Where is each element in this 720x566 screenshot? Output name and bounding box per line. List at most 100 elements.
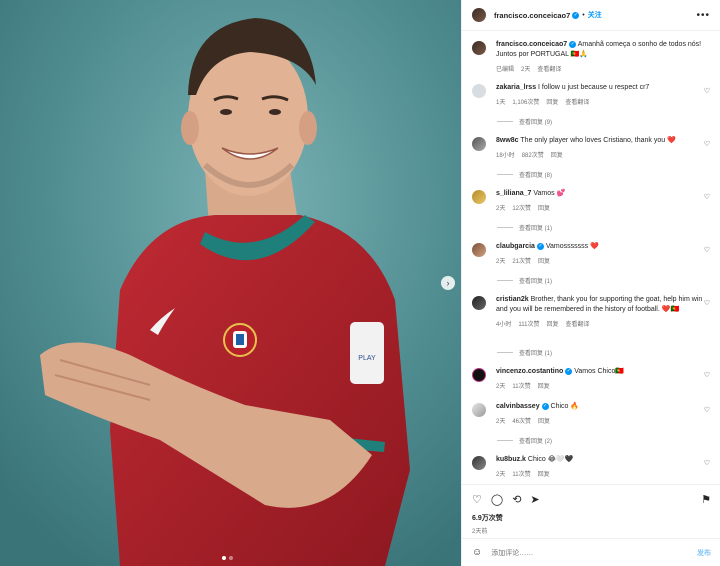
comment-time: 2天 [496,384,506,390]
comment-like-count[interactable]: 1,106次赞 [512,97,539,106]
author-avatar[interactable] [472,41,486,55]
verified-badge-icon: ✓ [565,367,573,375]
verified-badge-icon: ✓ [536,242,544,250]
comment-time: 2天 [496,259,506,265]
comment-time: 18小时 [496,153,515,159]
author-username[interactable]: francisco.conceicao7 [494,11,570,20]
like-count[interactable]: 6.9万次赞 [472,513,711,523]
comment-like-count[interactable]: 12次赞 [512,203,531,212]
caption-username[interactable]: francisco.conceicao7 [496,41,567,48]
commenter-avatar[interactable] [472,456,486,470]
heart-icon[interactable]: ♡ [472,493,482,506]
carousel-dot [229,556,233,560]
commenter-username[interactable]: s_liliana_7 [496,190,531,197]
comment-text: Vamos 💕 [533,190,566,197]
commenter-avatar[interactable] [472,403,486,417]
post-photo: PLAY › [0,0,461,566]
edited-label: 已编辑 [496,67,515,73]
verified-badge-icon: ✓ [541,402,549,410]
comment-like-heart-icon[interactable]: ♡ [704,140,710,148]
comment-like-heart-icon[interactable]: ♡ [704,87,710,95]
bookmark-icon[interactable]: ⚑ [701,493,711,506]
commenter-avatar[interactable] [472,84,486,98]
reply-button[interactable]: 回复 [538,203,550,212]
comment-item: zakaria_lrss I follow u just because u r… [472,83,716,106]
comment-item: calvinbassey ✓ Chico 🔥 2天 46次赞 回复 ♡ [472,402,716,425]
comment-like-count[interactable]: 111次赞 [518,319,539,328]
see-translation-link[interactable]: 查看翻译 [565,97,589,106]
emoji-icon[interactable]: ☺ [472,547,482,558]
comment-like-heart-icon[interactable]: ♡ [704,406,710,414]
carousel-next-button[interactable]: › [441,276,455,290]
repost-icon[interactable]: ⟲ [512,493,521,506]
follow-button[interactable]: 关注 [588,10,602,20]
comment-icon[interactable]: ◯ [491,493,503,506]
comment-like-heart-icon[interactable]: ♡ [704,371,710,379]
comment-item: 8ww8c The only player who loves Cristian… [472,136,716,159]
post-actions-bar: ♡ ◯ ⟲ ➤ ⚑ 6.9万次赞 2天前 [462,484,720,537]
commenter-avatar[interactable] [472,243,486,257]
commenter-username[interactable]: ku8buz.k [496,456,526,463]
svg-text:PLAY: PLAY [358,355,376,362]
reply-button[interactable]: 回复 [546,319,558,328]
comment-like-count[interactable]: 11次赞 [512,381,530,390]
view-replies-button[interactable]: 查看回复 (1) [497,223,552,232]
send-icon[interactable]: ➤ [530,493,539,506]
comment-like-heart-icon[interactable]: ♡ [704,459,710,467]
carousel-dots [222,556,233,560]
commenter-username[interactable]: zakaria_lrss [496,84,536,91]
comment-text: I follow u just because u respect cr7 [538,84,650,91]
reply-button[interactable]: 回复 [538,469,550,478]
reply-button[interactable]: 回复 [546,97,558,106]
comment-item: claubgarcia ✓ Vamosssssss ❤️ 2天 21次赞 回复 ♡ [472,242,716,265]
post-side-panel: francisco.conceicao7 ✓ • 关注 ••• francisc… [461,0,720,566]
caption-text: francisco.conceicao7 ✓ Amanhã começa o so… [496,40,706,60]
view-replies-button[interactable]: 查看回复 (2) [497,436,552,445]
see-translation-link[interactable]: 查看翻译 [537,64,561,73]
comment-input[interactable]: 添加评论…… [491,548,533,558]
comment-item: ku8buz.k Chico 😂🤍🖤 2天 11次赞 回复 ♡ [472,455,716,478]
commenter-avatar[interactable] [472,368,486,382]
comment-item: cristian2k Brother, thank you for suppor… [472,295,716,328]
reply-button[interactable]: 回复 [551,150,563,159]
comment-text: The only player who loves Cristiano, tha… [520,137,676,144]
post-comment-button[interactable]: 发布 [697,548,711,558]
verified-badge-icon: ✓ [572,11,580,19]
post-header: francisco.conceicao7 ✓ • 关注 ••• [462,0,720,31]
caption-meta: 已编辑 2天 查看翻译 [496,64,706,73]
comment-text: Vamos Chico🇵🇹 [574,368,625,375]
comment-like-count[interactable]: 11次赞 [512,469,530,478]
reply-button[interactable]: 回复 [538,256,550,265]
commenter-username[interactable]: vincenzo.costantino [496,368,563,375]
view-replies-button[interactable]: 查看回复 (1) [497,348,552,357]
commenter-username[interactable]: 8ww8c [496,137,519,144]
reply-button[interactable]: 回复 [538,381,550,390]
comment-text: Chico 😂🤍🖤 [527,456,574,463]
comment-like-count[interactable]: 882次赞 [522,150,544,159]
comment-like-heart-icon[interactable]: ♡ [704,246,710,254]
view-replies-button[interactable]: 查看回复 (1) [497,276,552,285]
add-comment-bar: ☺ 添加评论…… 发布 [462,538,720,566]
view-replies-button[interactable]: 查看回复 (8) [497,170,552,179]
commenter-avatar[interactable] [472,296,486,310]
comment-time: 2天 [496,419,506,425]
author-avatar[interactable] [472,8,486,22]
commenter-avatar[interactable] [472,190,486,204]
caption: francisco.conceicao7 ✓ Amanhã começa o so… [472,40,716,73]
commenter-username[interactable]: cristian2k [496,296,529,303]
reply-button[interactable]: 回复 [538,416,550,425]
commenter-username[interactable]: claubgarcia [496,243,535,250]
comment-list: francisco.conceicao7 ✓ Amanhã começa o so… [462,32,720,484]
comment-time: 4小时 [496,322,512,328]
comment-like-count[interactable]: 46次赞 [512,416,531,425]
see-translation-link[interactable]: 查看翻译 [565,319,589,328]
commenter-avatar[interactable] [472,137,486,151]
view-replies-button[interactable]: 查看回复 (9) [497,117,552,126]
more-options-icon[interactable]: ••• [696,10,710,21]
verified-badge-icon: ✓ [569,40,577,48]
comment-like-heart-icon[interactable]: ♡ [704,193,710,201]
commenter-username[interactable]: calvinbassey [496,403,540,410]
player-portrait-illustration: PLAY [0,0,461,566]
comment-like-count[interactable]: 21次赞 [512,256,531,265]
comment-like-heart-icon[interactable]: ♡ [704,299,710,307]
